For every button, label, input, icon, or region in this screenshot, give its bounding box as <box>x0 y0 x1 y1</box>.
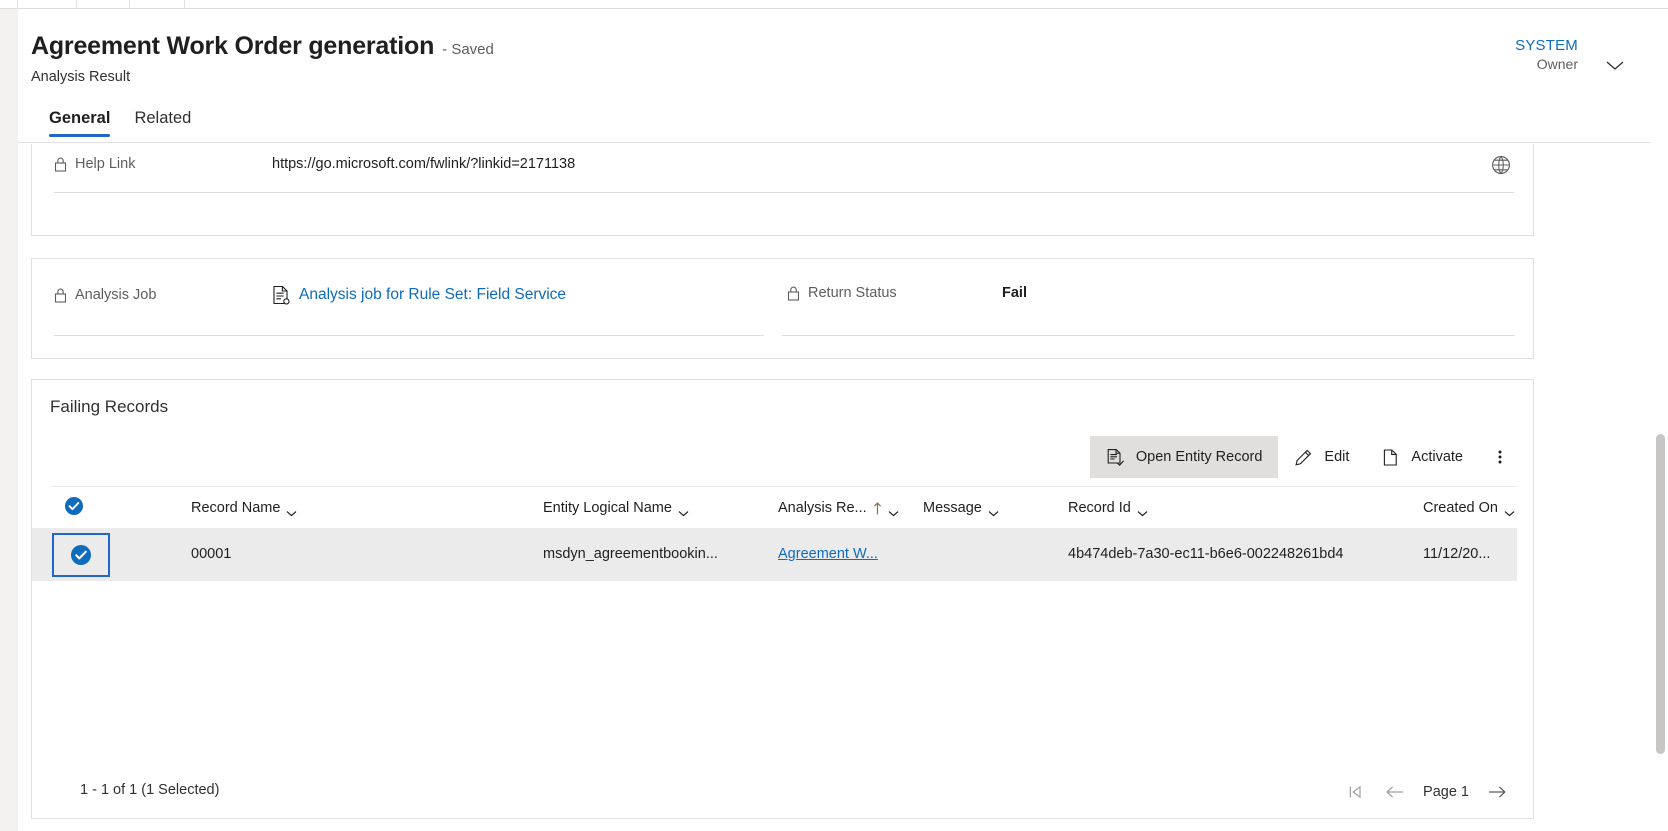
analysis-job-link[interactable]: Analysis job for Rule Set: Field Service <box>299 286 566 304</box>
form-tabs: General Related <box>49 109 191 137</box>
document-lookup-icon <box>272 285 290 305</box>
column-header-record-name[interactable]: Record Name <box>191 500 297 516</box>
record-header: Agreement Work Order generation - Saved … <box>18 9 1650 143</box>
form-body: Help Link https://go.microsoft.com/fwlin… <box>18 144 1650 831</box>
column-header-created-on[interactable]: Created On <box>1423 500 1515 516</box>
field-underline <box>54 335 764 336</box>
grid-header-row: Record Name Entity Logical Name Analysis… <box>32 487 1535 529</box>
table-row[interactable]: 00001 msdyn_agreementbookin... Agreement… <box>32 529 1517 581</box>
cell-entity-logical-name: msdyn_agreementbookin... <box>543 546 718 562</box>
chevron-down-icon <box>678 505 689 516</box>
chrome-cell <box>18 0 77 9</box>
page-icon <box>1381 448 1400 467</box>
failing-records-subgrid: Failing Records Open Entity Record Edit … <box>31 379 1534 819</box>
column-header-label: Message <box>923 500 982 516</box>
lock-icon <box>54 157 67 172</box>
chevron-down-icon <box>286 505 297 516</box>
chevron-down-icon[interactable] <box>1602 52 1628 78</box>
column-header-analysis-result[interactable]: Analysis Re... <box>778 500 899 516</box>
analysis-job-label: Analysis Job <box>75 287 157 303</box>
lock-icon <box>54 288 67 303</box>
help-link-label-row: Help Link <box>54 156 135 172</box>
chevron-down-icon <box>988 505 999 516</box>
vertical-scrollbar-track[interactable] <box>1652 144 1668 831</box>
open-entity-record-label: Open Entity Record <box>1135 449 1263 465</box>
more-vertical-icon[interactable] <box>1479 436 1521 478</box>
field-underline <box>54 192 1514 193</box>
subgrid-title: Failing Records <box>50 397 169 416</box>
help-link-value: https://go.microsoft.com/fwlink/?linkid=… <box>272 156 576 172</box>
column-header-label: Entity Logical Name <box>543 500 672 516</box>
entity-type-label: Analysis Result <box>31 69 131 85</box>
subgrid-toolbar: Open Entity Record Edit Activate <box>1089 436 1521 478</box>
page-title: Agreement Work Order generation <box>31 32 435 60</box>
chrome-cell <box>0 0 18 9</box>
return-status-label: Return Status <box>808 285 897 301</box>
open-entity-record-button[interactable]: Open Entity Record <box>1089 436 1279 478</box>
column-header-label: Record Id <box>1068 500 1131 516</box>
column-header-label: Created On <box>1423 500 1498 516</box>
column-header-label: Analysis Re... <box>778 500 867 516</box>
cell-record-id: 4b474deb-7a30-ec11-b6e6-002248261bd4 <box>1068 546 1344 562</box>
chrome-cell <box>130 0 185 9</box>
cell-created-on: 11/12/20... <box>1423 546 1491 562</box>
return-status-value-row: Fail <box>1002 285 1027 301</box>
cell-analysis-result-link[interactable]: Agreement W... <box>778 546 878 562</box>
first-page-icon[interactable] <box>1339 776 1371 808</box>
globe-icon[interactable] <box>1490 154 1512 176</box>
column-header-message[interactable]: Message <box>923 500 999 516</box>
help-link-label: Help Link <box>75 156 136 172</box>
arrow-left-icon[interactable] <box>1379 776 1411 808</box>
left-gutter <box>0 9 18 831</box>
grid-footer: 1 - 1 of 1 (1 Selected) Page 1 <box>32 766 1535 818</box>
analysis-job-value-row: Analysis job for Rule Set: Field Service <box>272 285 566 305</box>
owner-name[interactable]: SYSTEM <box>1515 37 1578 54</box>
analysis-job-section: Analysis Job Analysis job for Rule Set: … <box>31 258 1534 359</box>
row-select-checkbox[interactable] <box>52 533 110 577</box>
help-link-section: Help Link https://go.microsoft.com/fwlin… <box>31 144 1534 236</box>
select-all-checkbox[interactable] <box>64 496 84 516</box>
owner-block[interactable]: SYSTEM Owner <box>1515 37 1578 72</box>
analysis-job-label-row: Analysis Job <box>54 287 156 303</box>
column-header-entity-logical-name[interactable]: Entity Logical Name <box>543 500 689 516</box>
owner-role-label: Owner <box>1536 56 1578 72</box>
lock-icon <box>787 286 800 301</box>
help-link-value-row: https://go.microsoft.com/fwlink/?linkid=… <box>272 156 575 172</box>
arrow-right-icon[interactable] <box>1481 776 1513 808</box>
chrome-cell <box>77 0 130 9</box>
chevron-down-icon <box>1504 505 1515 516</box>
activate-label: Activate <box>1411 449 1463 465</box>
open-entity-record-icon <box>1106 448 1125 467</box>
column-header-label: Record Name <box>191 500 281 516</box>
chevron-down-icon <box>1137 505 1148 516</box>
column-header-record-id[interactable]: Record Id <box>1068 500 1148 516</box>
page-number-label: Page 1 <box>1423 784 1469 800</box>
pager: Page 1 <box>1339 776 1513 808</box>
vertical-scrollbar-thumb[interactable] <box>1656 434 1665 754</box>
cell-record-name: 00001 <box>191 546 232 562</box>
record-count-status: 1 - 1 of 1 (1 Selected) <box>80 782 220 798</box>
edit-button[interactable]: Edit <box>1278 436 1365 478</box>
return-status-label-row: Return Status <box>787 285 897 301</box>
chevron-down-icon <box>888 505 899 516</box>
pencil-icon <box>1294 448 1313 467</box>
chrome-cell <box>185 0 1668 9</box>
sort-ascending-icon <box>873 501 882 515</box>
edit-label: Edit <box>1324 449 1350 465</box>
activate-button[interactable]: Activate <box>1365 436 1479 478</box>
tab-general[interactable]: General <box>49 109 111 137</box>
browser-chrome-strip <box>0 0 1668 9</box>
return-status-value: Fail <box>1002 285 1027 301</box>
tab-related[interactable]: Related <box>134 109 191 137</box>
checkbox-checked-icon <box>70 544 92 566</box>
field-underline <box>782 335 1515 336</box>
title-row: Agreement Work Order generation - Saved <box>31 32 494 61</box>
save-state-label: - Saved <box>442 41 494 58</box>
